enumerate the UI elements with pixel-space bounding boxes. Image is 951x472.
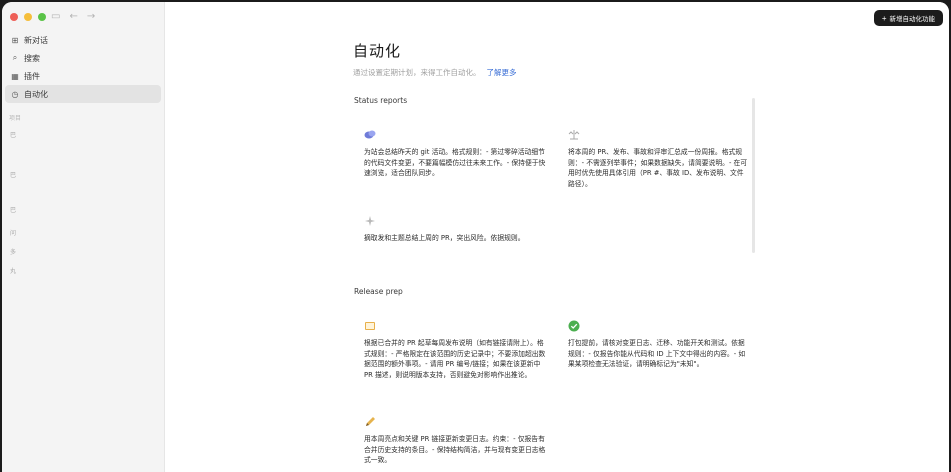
project-item[interactable]: 巴 — [10, 130, 16, 139]
subtitle-text: 通过设置定期计划，来得工作自动化。 — [353, 68, 481, 77]
sidebar-item-search[interactable]: ⌕ 搜索 — [5, 49, 161, 67]
automation-card[interactable]: 将本周的 PR、发布、事故和评审汇总成一份周报。格式规则：- 不需逐列举事件；如… — [568, 129, 748, 189]
main-panel: + 新增自动化功能 自动化 通过设置定期计划，来得工作自动化。 了解更多 Sta… — [165, 2, 949, 472]
content-scrollbar[interactable] — [752, 98, 755, 253]
sidebar-item-label: 插件 — [24, 71, 40, 81]
sidebar: ▭ ← → ⊞ 新对话 ⌕ 搜索 ▦ 插件 ◷ 自动化 项目 巴 巴 巴 问 多… — [2, 2, 165, 472]
new-chat-icon: ⊞ — [11, 35, 19, 45]
pencil-icon — [364, 416, 376, 428]
plugins-icon: ▦ — [11, 71, 19, 81]
projects-section-label: 项目 — [9, 115, 22, 122]
automation-card[interactable]: 用本周亮点和关键 PR 链接更新变更日志。约束：- 仅报告有合并历史支持的条目。… — [364, 416, 546, 466]
close-window-button[interactable] — [10, 13, 18, 21]
scales-icon — [568, 129, 580, 141]
search-icon: ⌕ — [12, 53, 18, 62]
project-item[interactable]: 巴 — [10, 205, 16, 214]
automation-card[interactable]: 为站会总结昨天的 git 活动。格式规则：- 第过零碎活动细节的代码文件变更，不… — [364, 129, 546, 179]
zoom-window-button[interactable] — [38, 13, 46, 21]
sidebar-item-plugins[interactable]: ▦ 插件 — [5, 67, 161, 85]
forward-arrow-icon[interactable]: → — [87, 11, 95, 22]
card-text: 将本周的 PR、发布、事故和评审汇总成一份周报。格式规则：- 不需逐列举事件；如… — [568, 148, 748, 188]
sidebar-item-label: 搜索 — [24, 53, 40, 63]
card-text: 摘取发和主题总结上周的 PR，突出风险。依据规则。 — [364, 234, 525, 242]
clock-icon: ◷ — [11, 89, 19, 99]
project-item[interactable]: 问 — [10, 228, 16, 237]
learn-more-link[interactable]: 了解更多 — [487, 67, 517, 78]
sidebar-toggle-icon[interactable]: ▭ — [51, 11, 60, 22]
sidebar-item-label: 新对话 — [24, 35, 48, 45]
window-controls — [10, 13, 46, 21]
check-circle-icon — [568, 320, 580, 332]
automation-card[interactable]: 摘取发和主题总结上周的 PR，突出风险。依据规则。 — [364, 215, 546, 244]
sidebar-item-automation[interactable]: ◷ 自动化 — [5, 85, 161, 103]
page-title: 自动化 — [353, 42, 402, 60]
minimize-window-button[interactable] — [24, 13, 32, 21]
chat-bubbles-icon — [364, 129, 376, 141]
new-automation-button[interactable]: + 新增自动化功能 — [873, 10, 943, 26]
titlebar-icons: ▭ ← → — [51, 11, 95, 22]
app-window: ▭ ← → ⊞ 新对话 ⌕ 搜索 ▦ 插件 ◷ 自动化 项目 巴 巴 巴 问 多… — [2, 2, 949, 472]
project-item[interactable]: 巴 — [10, 170, 16, 179]
project-item[interactable]: 多 — [10, 247, 16, 256]
page-subtitle: 通过设置定期计划，来得工作自动化。 了解更多 — [353, 67, 748, 78]
book-icon — [364, 320, 376, 332]
card-text: 用本周亮点和关键 PR 链接更新变更日志。约束：- 仅报告有合并历史支持的条目。… — [364, 435, 546, 464]
sidebar-nav: ⊞ 新对话 ⌕ 搜索 ▦ 插件 ◷ 自动化 — [5, 31, 161, 103]
automation-card[interactable]: 根据已合并的 PR 起草每周发布说明（如有链接请附上）。格式规则：- 严格限定在… — [364, 320, 546, 380]
card-text: 根据已合并的 PR 起草每周发布说明（如有链接请附上）。格式规则：- 严格限定在… — [364, 339, 546, 379]
page-header: 自动化 通过设置定期计划，来得工作自动化。 了解更多 — [353, 40, 748, 78]
new-automation-label: 新增自动化功能 — [889, 16, 936, 23]
sidebar-item-label: 自动化 — [24, 89, 48, 99]
back-arrow-icon[interactable]: ← — [69, 11, 77, 22]
project-item[interactable]: 丸 — [10, 266, 16, 275]
sidebar-item-new-chat[interactable]: ⊞ 新对话 — [5, 31, 161, 49]
plus-icon: + — [881, 13, 887, 23]
group-title-status-reports: Status reports — [354, 96, 408, 105]
automation-card[interactable]: 打包提前，请核对变更日志、迁移、功能开关和测试。依据规则：- 仅报告你能从代码和… — [568, 320, 748, 370]
sparkle-icon — [364, 215, 376, 227]
card-text: 为站会总结昨天的 git 活动。格式规则：- 第过零碎活动细节的代码文件变更，不… — [364, 148, 546, 177]
group-title-release-prep: Release prep — [354, 287, 403, 296]
card-text: 打包提前，请核对变更日志、迁移、功能开关和测试。依据规则：- 仅报告你能从代码和… — [568, 339, 746, 368]
